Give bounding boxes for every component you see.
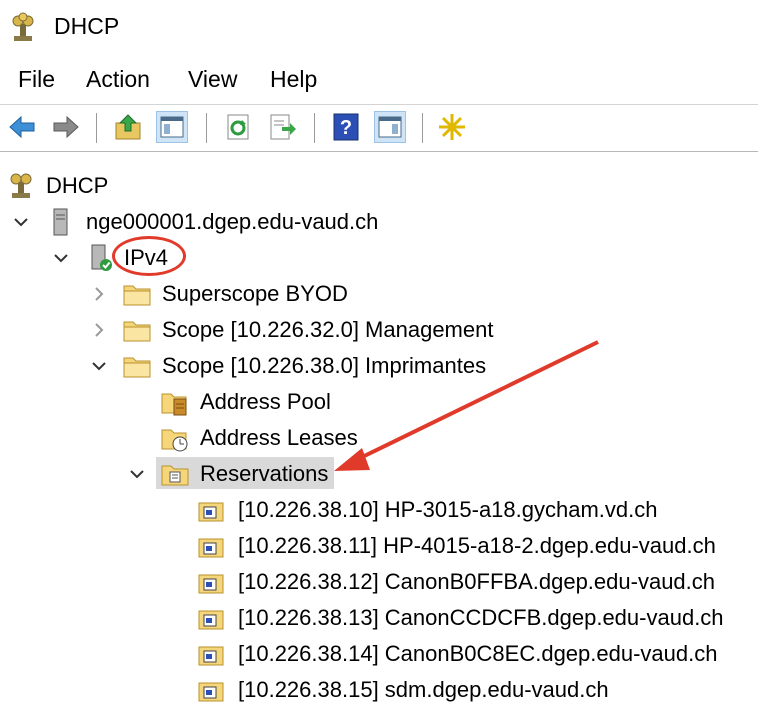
server-icon <box>46 207 76 237</box>
toolbar-separator <box>314 113 315 143</box>
reservation-icon <box>196 603 226 633</box>
tree-label: Address Leases <box>200 425 358 450</box>
title-bar: DHCP <box>0 0 758 56</box>
svg-text:?: ? <box>340 117 352 139</box>
reservation-icon <box>196 675 226 705</box>
tree-label: [10.226.38.12] CanonB0FFBA.dgep.edu-vaud… <box>238 569 716 594</box>
chevron-right-icon[interactable] <box>90 321 108 339</box>
address-pool-icon <box>160 387 190 417</box>
tree-node-superscope[interactable]: Superscope BYOD <box>0 276 758 312</box>
tree-label: nge000001.dgep.edu-vaud.ch <box>86 209 379 234</box>
tree-label: [10.226.38.14] CanonB0C8EC.dgep.edu-vaud… <box>238 641 718 666</box>
menu-bar: File Action View Help <box>0 60 758 100</box>
tree-node-server[interactable]: nge000001.dgep.edu-vaud.ch <box>0 204 758 240</box>
toolbar-separator <box>96 113 97 143</box>
chevron-right-icon[interactable] <box>90 285 108 303</box>
tree-label: [10.226.38.15] sdm.dgep.edu-vaud.ch <box>238 677 609 702</box>
reservation-icon <box>196 495 226 525</box>
tree-node-reservation[interactable]: [10.226.38.11] HP-4015-a18-2.dgep.edu-va… <box>0 528 758 564</box>
folder-icon <box>122 351 152 381</box>
export-list-icon[interactable] <box>266 111 298 143</box>
tree-label: [10.226.38.11] HP-4015-a18-2.dgep.edu-va… <box>238 533 716 558</box>
tree-node-reservations[interactable]: Reservations <box>0 456 758 492</box>
chevron-down-icon[interactable] <box>128 465 146 483</box>
tree-label: DHCP <box>46 173 109 198</box>
chevron-down-icon[interactable] <box>52 249 70 267</box>
up-folder-icon[interactable] <box>112 111 144 143</box>
menu-view[interactable]: View <box>186 66 239 93</box>
tree-node-reservation[interactable]: [10.226.38.13] CanonCCDCFB.dgep.edu-vaud… <box>0 600 758 636</box>
tree-node-address-pool[interactable]: Address Pool <box>0 384 758 420</box>
tree-label: Address Pool <box>200 389 331 414</box>
tree-label: Scope [10.226.32.0] Management <box>162 317 494 342</box>
tree-node-reservation[interactable]: [10.226.38.10] HP-3015-a18.gycham.vd.ch <box>0 492 758 528</box>
reservation-icon <box>196 531 226 561</box>
dhcp-icon <box>8 12 38 44</box>
folder-icon <box>122 315 152 345</box>
tree-label: [10.226.38.13] CanonCCDCFB.dgep.edu-vaud… <box>238 605 724 630</box>
tree-node-reservation[interactable]: [10.226.38.12] CanonB0FFBA.dgep.edu-vaud… <box>0 564 758 600</box>
tree-label: Scope [10.226.38.0] Imprimantes <box>162 353 487 378</box>
tree-node-address-leases[interactable]: Address Leases <box>0 420 758 456</box>
tree-node-dhcp[interactable]: DHCP <box>0 168 758 204</box>
tree-label: [10.226.38.10] HP-3015-a18.gycham.vd.ch <box>238 497 658 522</box>
folder-icon <box>122 279 152 309</box>
tree-label: Reservations <box>200 461 329 486</box>
tree-label: Superscope BYOD <box>162 281 348 306</box>
show-hide-action-pane-icon[interactable] <box>374 111 406 143</box>
chevron-down-icon[interactable] <box>90 357 108 375</box>
tree-node-reservation[interactable]: [10.226.38.15] sdm.dgep.edu-vaud.ch <box>0 672 758 708</box>
menu-help[interactable]: Help <box>268 66 319 93</box>
toolbar-separator <box>206 113 207 143</box>
new-icon[interactable] <box>436 111 468 143</box>
tree-node-scope-imprimantes[interactable]: Scope [10.226.38.0] Imprimantes <box>0 348 758 384</box>
address-leases-icon <box>160 423 190 453</box>
menu-action[interactable]: Action <box>84 66 152 93</box>
chevron-down-icon[interactable] <box>12 213 30 231</box>
window-title: DHCP <box>54 13 120 39</box>
tree-node-reservation[interactable]: [10.226.38.14] CanonB0C8EC.dgep.edu-vaud… <box>0 636 758 672</box>
forward-icon[interactable] <box>50 111 82 143</box>
console-tree: DHCP nge000001.dgep.edu-vaud.ch IPv4 Sup… <box>0 160 758 710</box>
tree-node-scope-management[interactable]: Scope [10.226.32.0] Management <box>0 312 758 348</box>
reservation-icon <box>196 639 226 669</box>
reservation-icon <box>196 567 226 597</box>
help-icon[interactable]: ? <box>330 111 362 143</box>
dhcp-icon <box>6 171 36 201</box>
back-icon[interactable] <box>6 111 38 143</box>
toolbar: ? <box>0 104 758 152</box>
refresh-icon[interactable] <box>222 111 254 143</box>
red-circle-annotation <box>112 236 186 276</box>
toolbar-separator <box>422 113 423 143</box>
reservations-icon <box>160 459 190 489</box>
menu-file[interactable]: File <box>16 66 57 93</box>
show-hide-tree-icon[interactable] <box>156 111 188 143</box>
